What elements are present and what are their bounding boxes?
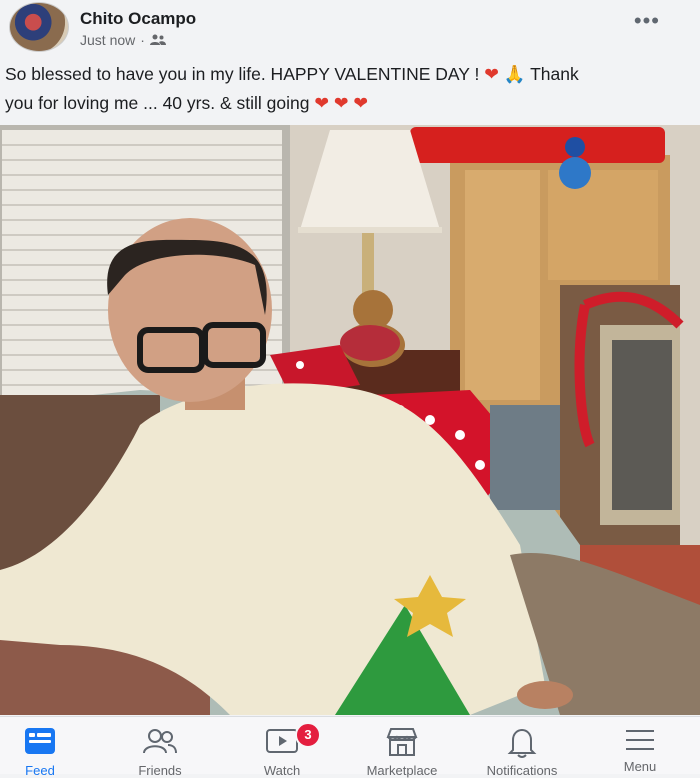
red-heart-icon: ❤ <box>333 93 349 113</box>
tab-notifications-label: Notifications <box>486 763 558 778</box>
post-meta: Just now · <box>80 32 166 48</box>
tab-feed[interactable]: Feed <box>0 717 95 778</box>
folded-hands-icon: 🙏 <box>503 64 526 84</box>
tab-menu-label: Menu <box>623 759 657 774</box>
tab-marketplace-label: Marketplace <box>366 763 438 778</box>
photo-scene <box>0 125 700 715</box>
red-heart-icon: ❤ <box>314 93 329 113</box>
red-heart-icon: ❤ <box>353 93 369 113</box>
watch-icon <box>266 729 298 753</box>
tab-menu[interactable]: Menu <box>585 717 695 774</box>
tab-friends-label: Friends <box>138 763 182 778</box>
tab-watch-label: Watch <box>263 763 301 778</box>
tab-notifications[interactable]: Notifications <box>467 717 577 778</box>
post-timestamp[interactable]: Just now <box>80 32 135 48</box>
avatar[interactable] <box>9 2 69 52</box>
marketplace-icon <box>386 728 418 756</box>
menu-icon <box>626 730 654 750</box>
red-heart-icon: ❤ <box>484 64 499 84</box>
bell-icon <box>507 728 537 758</box>
friends-icon <box>143 729 177 754</box>
caption-line-1: So blessed to have you in my life. HAPPY… <box>5 64 480 84</box>
tab-watch[interactable]: 3 Watch <box>227 717 337 778</box>
friends-audience-icon[interactable] <box>149 34 166 46</box>
watch-notification-badge: 3 <box>295 722 321 748</box>
post-photo[interactable] <box>0 125 700 715</box>
post-author-name[interactable]: Chito Ocampo <box>80 9 196 29</box>
tab-feed-label: Feed <box>25 763 55 778</box>
tab-marketplace[interactable]: Marketplace <box>347 717 457 778</box>
caption-line-1-end: Thank <box>530 64 579 84</box>
tab-friends[interactable]: Friends <box>105 717 215 778</box>
post-caption: So blessed to have you in my life. HAPPY… <box>5 60 665 118</box>
more-options-button[interactable]: ••• <box>634 8 660 34</box>
feed-icon <box>25 728 55 754</box>
bottom-tab-bar: Feed Friends 3 Watch Marketplace Notific… <box>0 716 700 778</box>
post-header: Chito Ocampo Just now · ••• <box>0 0 700 56</box>
caption-line-2: you for loving me ... 40 yrs. & still go… <box>5 93 310 113</box>
